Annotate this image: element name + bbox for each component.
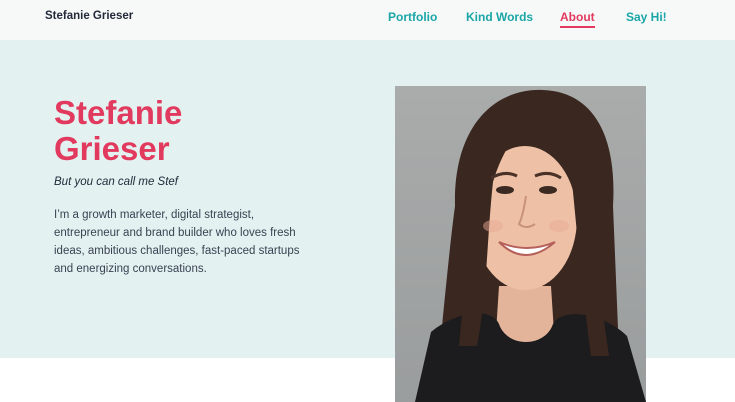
nav-link-about[interactable]: About bbox=[560, 10, 595, 28]
nav-link-portfolio[interactable]: Portfolio bbox=[388, 10, 437, 24]
active-nav-underline bbox=[560, 26, 595, 28]
site-header: Stefanie Grieser Portfolio Kind Words Ab… bbox=[0, 0, 735, 40]
page-title-line-1: Stefanie bbox=[54, 94, 183, 131]
profile-photo-illustration bbox=[395, 86, 646, 402]
nav-link-kind-words[interactable]: Kind Words bbox=[466, 10, 533, 24]
hero-bio: I’m a growth marketer, digital strategis… bbox=[54, 209, 300, 275]
nav-link-about-label: About bbox=[560, 10, 595, 24]
hero-subtitle: But you can call me Stef bbox=[54, 176, 179, 188]
nav-link-say-hi[interactable]: Say Hi! bbox=[626, 10, 667, 24]
site-brand[interactable]: Stefanie Grieser bbox=[45, 10, 133, 22]
page-title: Stefanie Grieser bbox=[54, 95, 354, 167]
page-title-line-2: Grieser bbox=[54, 130, 170, 167]
profile-photo bbox=[395, 86, 646, 402]
